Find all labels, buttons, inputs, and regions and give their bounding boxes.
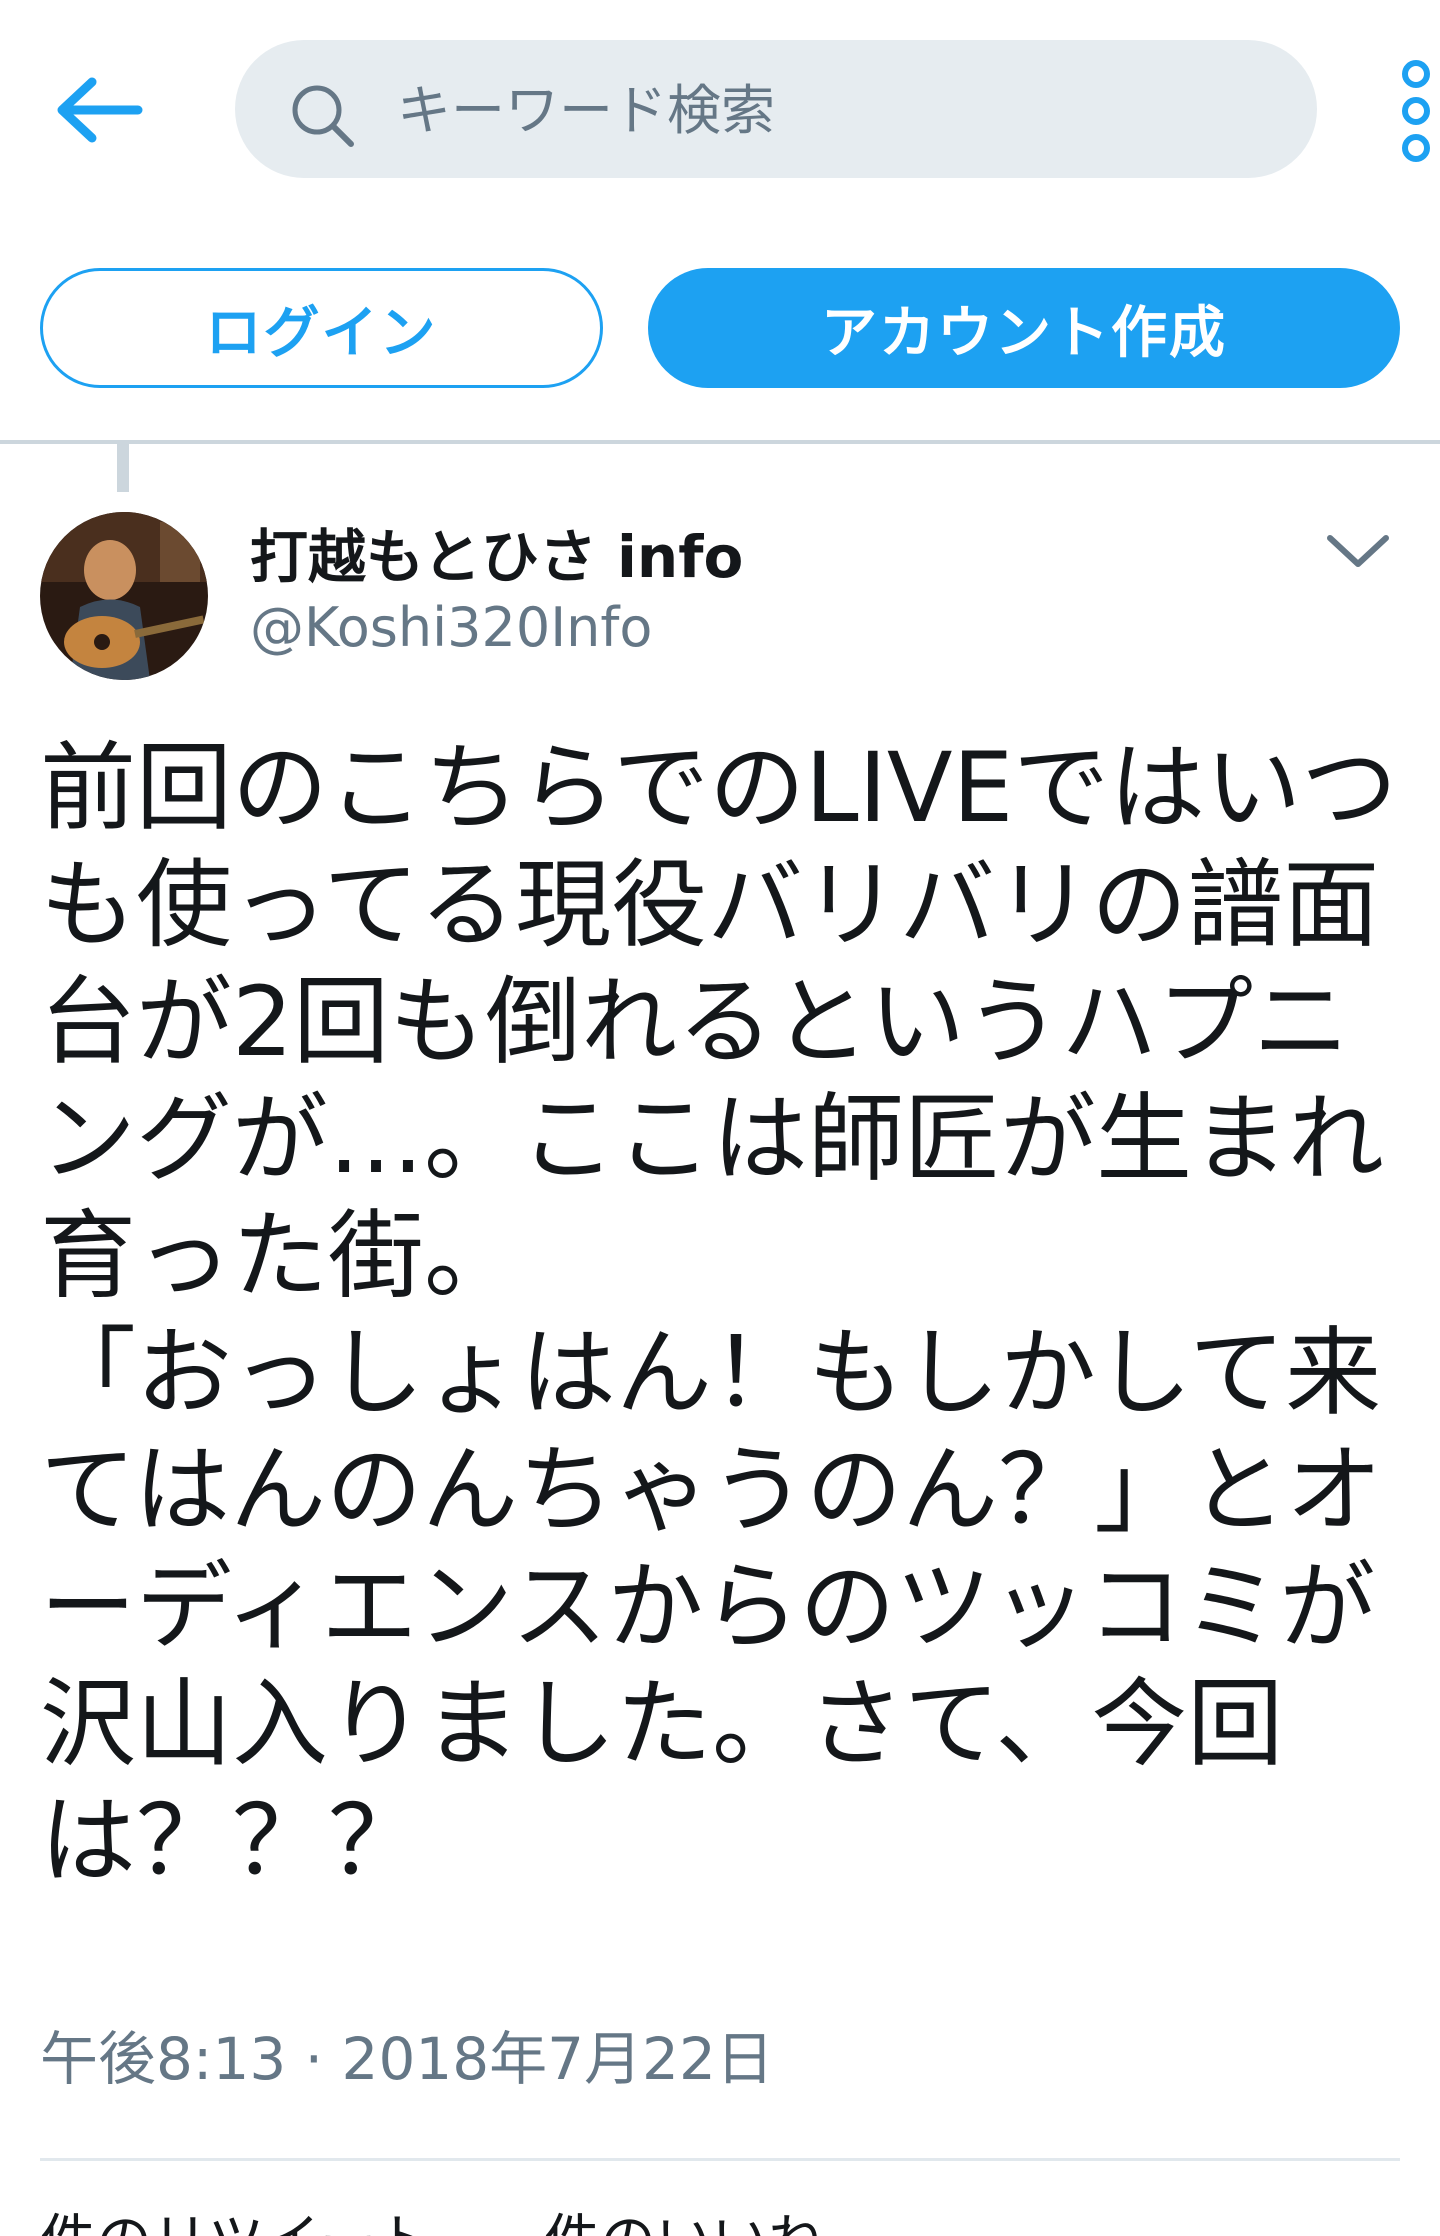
tweet-line: ングが…。ここは師匠が生まれ xyxy=(40,1083,1384,1195)
tweet-timestamp[interactable]: 午後8:13 · 2018年7月22日 xyxy=(40,2012,774,2096)
back-button[interactable] xyxy=(52,70,148,150)
chevron-down-icon xyxy=(1327,535,1389,567)
tweet-stats[interactable]: 件のリツイート 件のいいね xyxy=(40,2196,824,2236)
top-bar xyxy=(0,0,1440,200)
avatar[interactable] xyxy=(40,512,208,680)
tweet-line: 「おっしょはん！もしかして来 xyxy=(40,1317,1382,1429)
author-name[interactable]: 打越もとひさ info xyxy=(250,510,743,594)
login-button[interactable]: ログイン xyxy=(40,268,603,388)
tweet-line: も使ってる現役バリバリの譜面 xyxy=(40,849,1380,961)
tweet-line: ーディエンスからのツッコミが xyxy=(40,1551,1376,1663)
search-bar[interactable] xyxy=(235,40,1317,178)
create-account-button[interactable]: アカウント作成 xyxy=(648,268,1400,388)
search-input[interactable] xyxy=(395,64,1279,156)
arrow-left-icon xyxy=(57,77,143,143)
thread-connector xyxy=(117,444,129,492)
divider xyxy=(0,440,1440,444)
tweet-menu-button[interactable] xyxy=(1320,520,1396,580)
more-options-button[interactable] xyxy=(1392,56,1440,166)
vertical-dots-icon xyxy=(1402,60,1430,162)
tweet-line: 前回のこちらでのLIVEではいつ xyxy=(40,732,1398,844)
tweet-line: 沢山入りました。さて、今回 xyxy=(40,1668,1284,1780)
tweet-line: 育った街。 xyxy=(40,1200,520,1312)
tweet-line: は？？？ xyxy=(40,1785,424,1897)
author-handle[interactable]: @Koshi320Info xyxy=(250,596,652,659)
search-icon xyxy=(292,85,354,147)
avatar-photo xyxy=(40,512,208,680)
tweet-body: 前回のこちらでのLIVEではいつ も使ってる現役バリバリの譜面 台が2回も倒れる… xyxy=(40,730,1410,1900)
tweet-line: てはんのんちゃうのん？」とオ xyxy=(40,1434,1383,1546)
tweet-line: 台が2回も倒れるというハプニ xyxy=(40,966,1350,1078)
divider xyxy=(40,2158,1400,2161)
auth-buttons: ログイン アカウント作成 xyxy=(0,268,1440,392)
